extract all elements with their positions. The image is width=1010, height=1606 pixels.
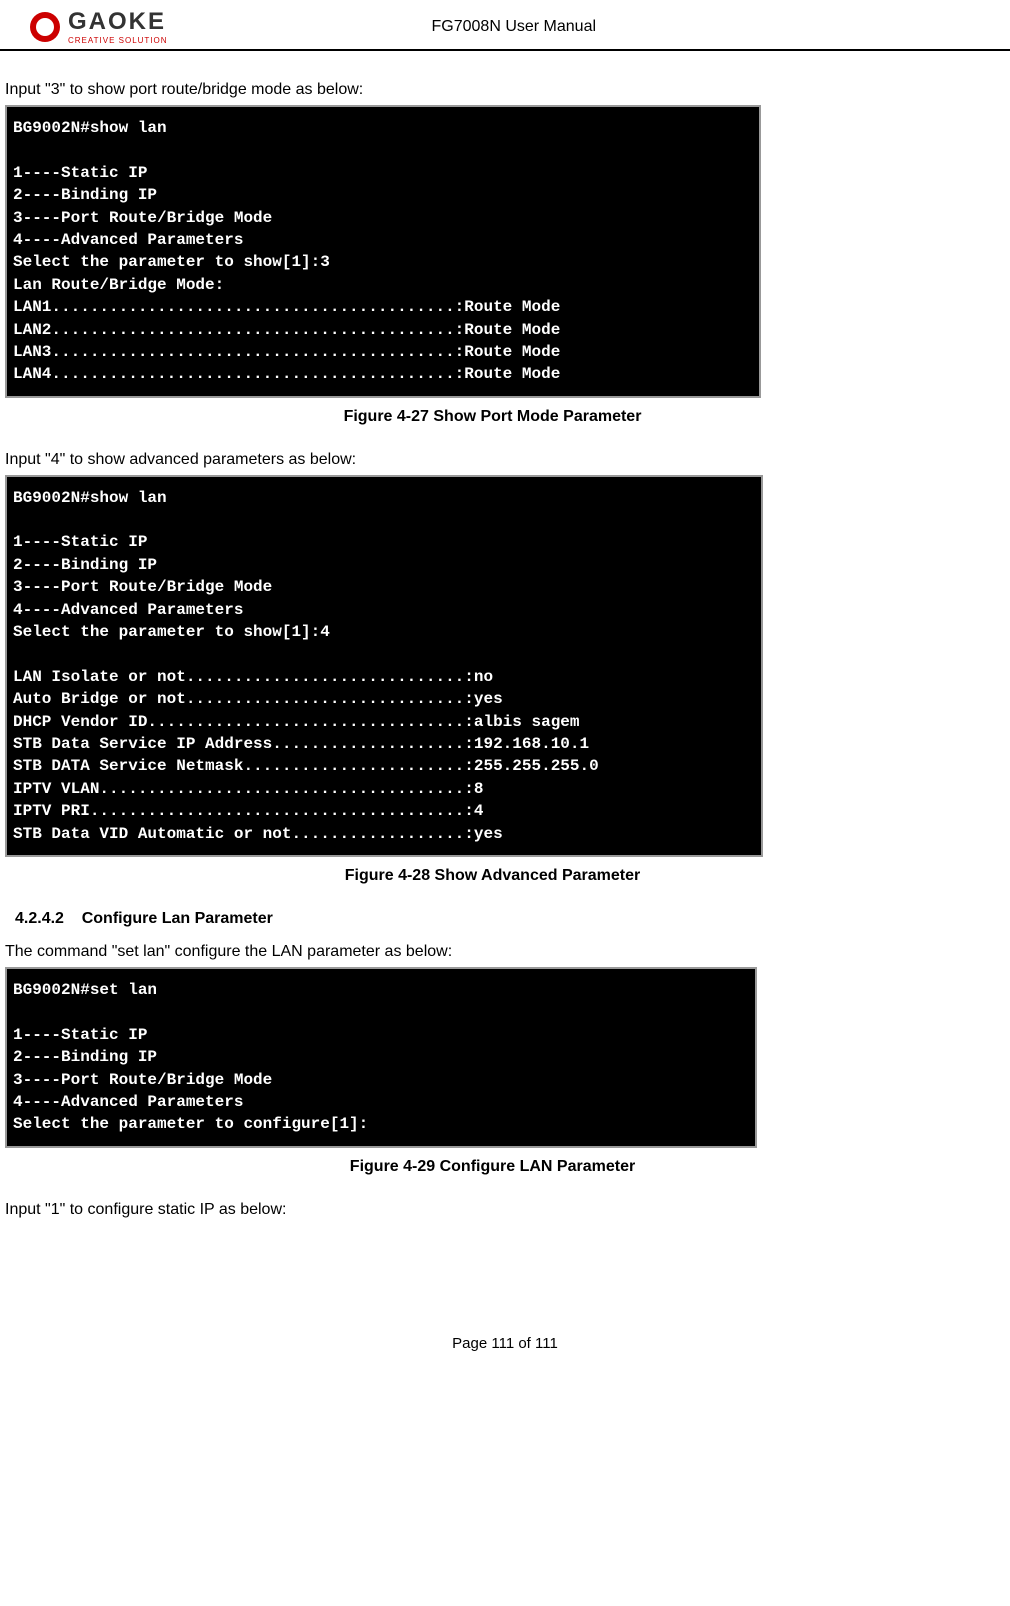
- intro-text-4: Input "4" to show advanced parameters as…: [5, 451, 980, 469]
- figure-caption-29: Figure 4-29 Configure LAN Parameter: [5, 1158, 980, 1176]
- logo-icon: [30, 12, 60, 42]
- page-content: Input "3" to show port route/bridge mode…: [0, 51, 1010, 1255]
- section-number: 4.2.4.2: [15, 910, 64, 927]
- set-lan-intro: The command "set lan" configure the LAN …: [5, 943, 980, 961]
- section-heading: 4.2.4.2 Configure Lan Parameter: [15, 910, 980, 928]
- logo-subtitle: CREATIVE SOLUTION: [68, 36, 168, 45]
- page-footer: Page 111 of 111: [0, 1335, 1010, 1382]
- page-header: GAOKE CREATIVE SOLUTION FG7008N User Man…: [0, 0, 1010, 51]
- terminal-output-port-mode: BG9002N#show lan 1----Static IP 2----Bin…: [5, 105, 761, 398]
- intro-text-1: Input "1" to configure static IP as belo…: [5, 1201, 980, 1219]
- figure-caption-27: Figure 4-27 Show Port Mode Parameter: [5, 408, 980, 426]
- terminal-output-advanced: BG9002N#show lan 1----Static IP 2----Bin…: [5, 475, 763, 857]
- section-title: Configure Lan Parameter: [82, 910, 273, 927]
- intro-text-3: Input "3" to show port route/bridge mode…: [5, 81, 980, 99]
- document-title: FG7008N User Manual: [48, 18, 980, 36]
- figure-caption-28: Figure 4-28 Show Advanced Parameter: [5, 867, 980, 885]
- terminal-output-set-lan: BG9002N#set lan 1----Static IP 2----Bind…: [5, 967, 757, 1148]
